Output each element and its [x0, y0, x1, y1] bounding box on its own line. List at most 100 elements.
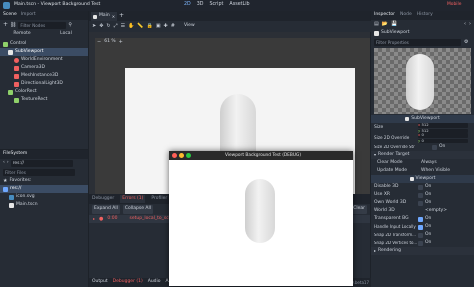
zoom-level[interactable]: 61 %: [104, 40, 115, 45]
tree-node-texturerect[interactable]: TextureRect: [0, 96, 88, 104]
grid-icon[interactable]: #: [171, 24, 175, 29]
save-icon[interactable]: 💾: [391, 22, 397, 27]
new-resource-icon[interactable]: ▤: [374, 22, 379, 27]
tree-node-meshinstance3d[interactable]: MeshInstance3D: [0, 72, 88, 80]
texturerect-icon: [14, 97, 19, 103]
workspace-2d[interactable]: 2D: [184, 2, 191, 8]
history-forward-icon[interactable]: ›: [469, 22, 471, 27]
transparent-bg-checkbox[interactable]: [418, 216, 423, 222]
view-menu[interactable]: View: [184, 24, 195, 29]
list-icon[interactable]: ☰: [121, 24, 125, 29]
prop-size-2d-override: Size 2D Override x 0 y 0: [371, 132, 474, 143]
scale-tool-icon[interactable]: ⤢: [114, 24, 118, 29]
remote-button[interactable]: Remote: [0, 31, 44, 37]
tab-label: Main: [99, 13, 110, 19]
lock-icon[interactable]: 🔒: [147, 24, 153, 29]
scene-filter-input[interactable]: Filter Nodes: [18, 21, 67, 29]
tree-node-label: WorldEnvironment: [21, 56, 63, 62]
tree-node-control[interactable]: Control: [0, 40, 88, 48]
bone-icon[interactable]: ✚: [164, 24, 168, 29]
select-tool-icon[interactable]: ➤: [92, 24, 96, 29]
favorites-item[interactable]: ★ Favorites:: [0, 177, 88, 185]
inspector-node-name[interactable]: SubViewport: [381, 31, 409, 36]
clear-button[interactable]: Clear: [351, 205, 367, 214]
workspace-script[interactable]: Script: [210, 2, 224, 8]
renderer-select[interactable]: Mobile: [447, 2, 461, 7]
tab-node[interactable]: Node: [400, 13, 412, 18]
world-3d-resource[interactable]: <empty>: [425, 208, 447, 214]
snap-transform-checkbox[interactable]: [418, 232, 423, 238]
forward-icon[interactable]: ›: [7, 161, 9, 166]
minimize-window-button[interactable]: [179, 153, 184, 158]
game-window-titlebar[interactable]: Viewport Background Test (DEBUG): [169, 151, 353, 160]
update-mode-select[interactable]: When Visible: [421, 168, 450, 174]
file-item-icon-svg[interactable]: icon.svg: [0, 193, 88, 201]
tab-history[interactable]: History: [417, 13, 433, 18]
expand-all-button[interactable]: Expand All: [92, 205, 120, 214]
back-icon[interactable]: ‹: [3, 161, 5, 166]
filter-icon[interactable]: ⚲: [68, 22, 72, 28]
maximize-window-button[interactable]: [186, 153, 191, 158]
snap-vertices-checkbox[interactable]: [418, 240, 423, 246]
tree-node-subviewport[interactable]: SubViewport: [0, 48, 88, 56]
ruler-icon[interactable]: 📏: [137, 24, 143, 29]
local-button[interactable]: Local: [44, 31, 88, 37]
size2d-x-field[interactable]: x 0: [418, 132, 468, 138]
stretch-checkbox[interactable]: [432, 144, 437, 150]
zoom-out-icon[interactable]: −: [97, 40, 101, 45]
prop-size-2d-override-stretch: Size 2D Override Str On: [371, 143, 474, 151]
tree-node-world-environment[interactable]: WorldEnvironment: [0, 56, 88, 64]
tree-node-colorrect[interactable]: ColorRect: [0, 88, 88, 96]
move-tool-icon[interactable]: ✥: [99, 24, 103, 29]
workspace-assetlib[interactable]: AssetLib: [229, 2, 249, 8]
history-back-icon[interactable]: ‹: [464, 22, 466, 27]
own-world-checkbox[interactable]: [418, 200, 423, 206]
bottom-tab-debugger[interactable]: Debugger (1): [113, 280, 143, 285]
group-icon[interactable]: ▣: [156, 24, 161, 29]
disable-3d-checkbox[interactable]: [418, 184, 423, 190]
tab-import[interactable]: Import: [21, 13, 36, 18]
pan-tool-icon[interactable]: ✋: [128, 24, 134, 29]
tab-errors[interactable]: Errors (1): [120, 194, 146, 204]
workspace-3d[interactable]: 3D: [197, 2, 204, 8]
section-viewport[interactable]: Viewport: [371, 175, 474, 183]
zoom-in-icon[interactable]: +: [119, 40, 123, 45]
tab-inspector[interactable]: Inspector: [374, 13, 395, 18]
game-window[interactable]: Viewport Background Test (DEBUG): [169, 151, 353, 286]
open-icon[interactable]: 📂: [382, 22, 388, 27]
bottom-tab-output[interactable]: Output: [92, 280, 108, 285]
tree-node-directionallight3d[interactable]: DirectionalLight3D: [0, 80, 88, 88]
close-window-button[interactable]: [172, 153, 177, 158]
godot-logo-icon[interactable]: [3, 2, 10, 9]
filesystem-path-input[interactable]: res://: [10, 160, 73, 167]
res-folder-item[interactable]: res://: [0, 185, 88, 193]
section-rendering[interactable]: ▸ Rendering: [371, 247, 474, 255]
use-xr-checkbox[interactable]: [418, 192, 423, 198]
prop-label: World 3D: [374, 207, 395, 213]
tab-scene[interactable]: Scene: [3, 13, 17, 18]
link-icon[interactable]: ⛓: [10, 22, 16, 28]
tab-debugger[interactable]: Debugger: [92, 196, 114, 202]
tree-node-camera3d[interactable]: Camera3D: [0, 64, 88, 72]
tab-profiler[interactable]: Profiler: [151, 196, 167, 202]
clear-mode-select[interactable]: Always: [421, 160, 437, 166]
section-render-target[interactable]: ▾ Render Target: [371, 151, 474, 159]
filesystem-filter-input[interactable]: Filter Files: [3, 169, 75, 176]
tab-main[interactable]: Main ✕: [91, 12, 117, 21]
bottom-tab-audio[interactable]: Audio: [148, 280, 161, 285]
settings-icon[interactable]: ⚙: [464, 40, 468, 45]
handle-input-checkbox[interactable]: [418, 224, 423, 230]
size2d-y-field[interactable]: y 0: [418, 138, 468, 143]
rotate-tool-icon[interactable]: ↻: [106, 24, 110, 29]
file-item-main-tscn[interactable]: Main.tscn: [0, 201, 88, 209]
close-icon[interactable]: ✕: [112, 14, 115, 19]
collapse-all-button[interactable]: Collapse All: [122, 205, 153, 214]
add-node-icon[interactable]: +: [3, 22, 8, 28]
section-label: Render Target: [378, 151, 410, 157]
section-label: Rendering: [378, 247, 401, 253]
add-tab-button[interactable]: +: [119, 13, 124, 19]
tree-node-label: ColorRect: [15, 88, 37, 94]
tree-node-label: DirectionalLight3D: [21, 80, 63, 86]
property-filter-input[interactable]: Filter Properties: [374, 39, 461, 46]
inspector-tabs: Inspector Node History: [371, 11, 474, 20]
